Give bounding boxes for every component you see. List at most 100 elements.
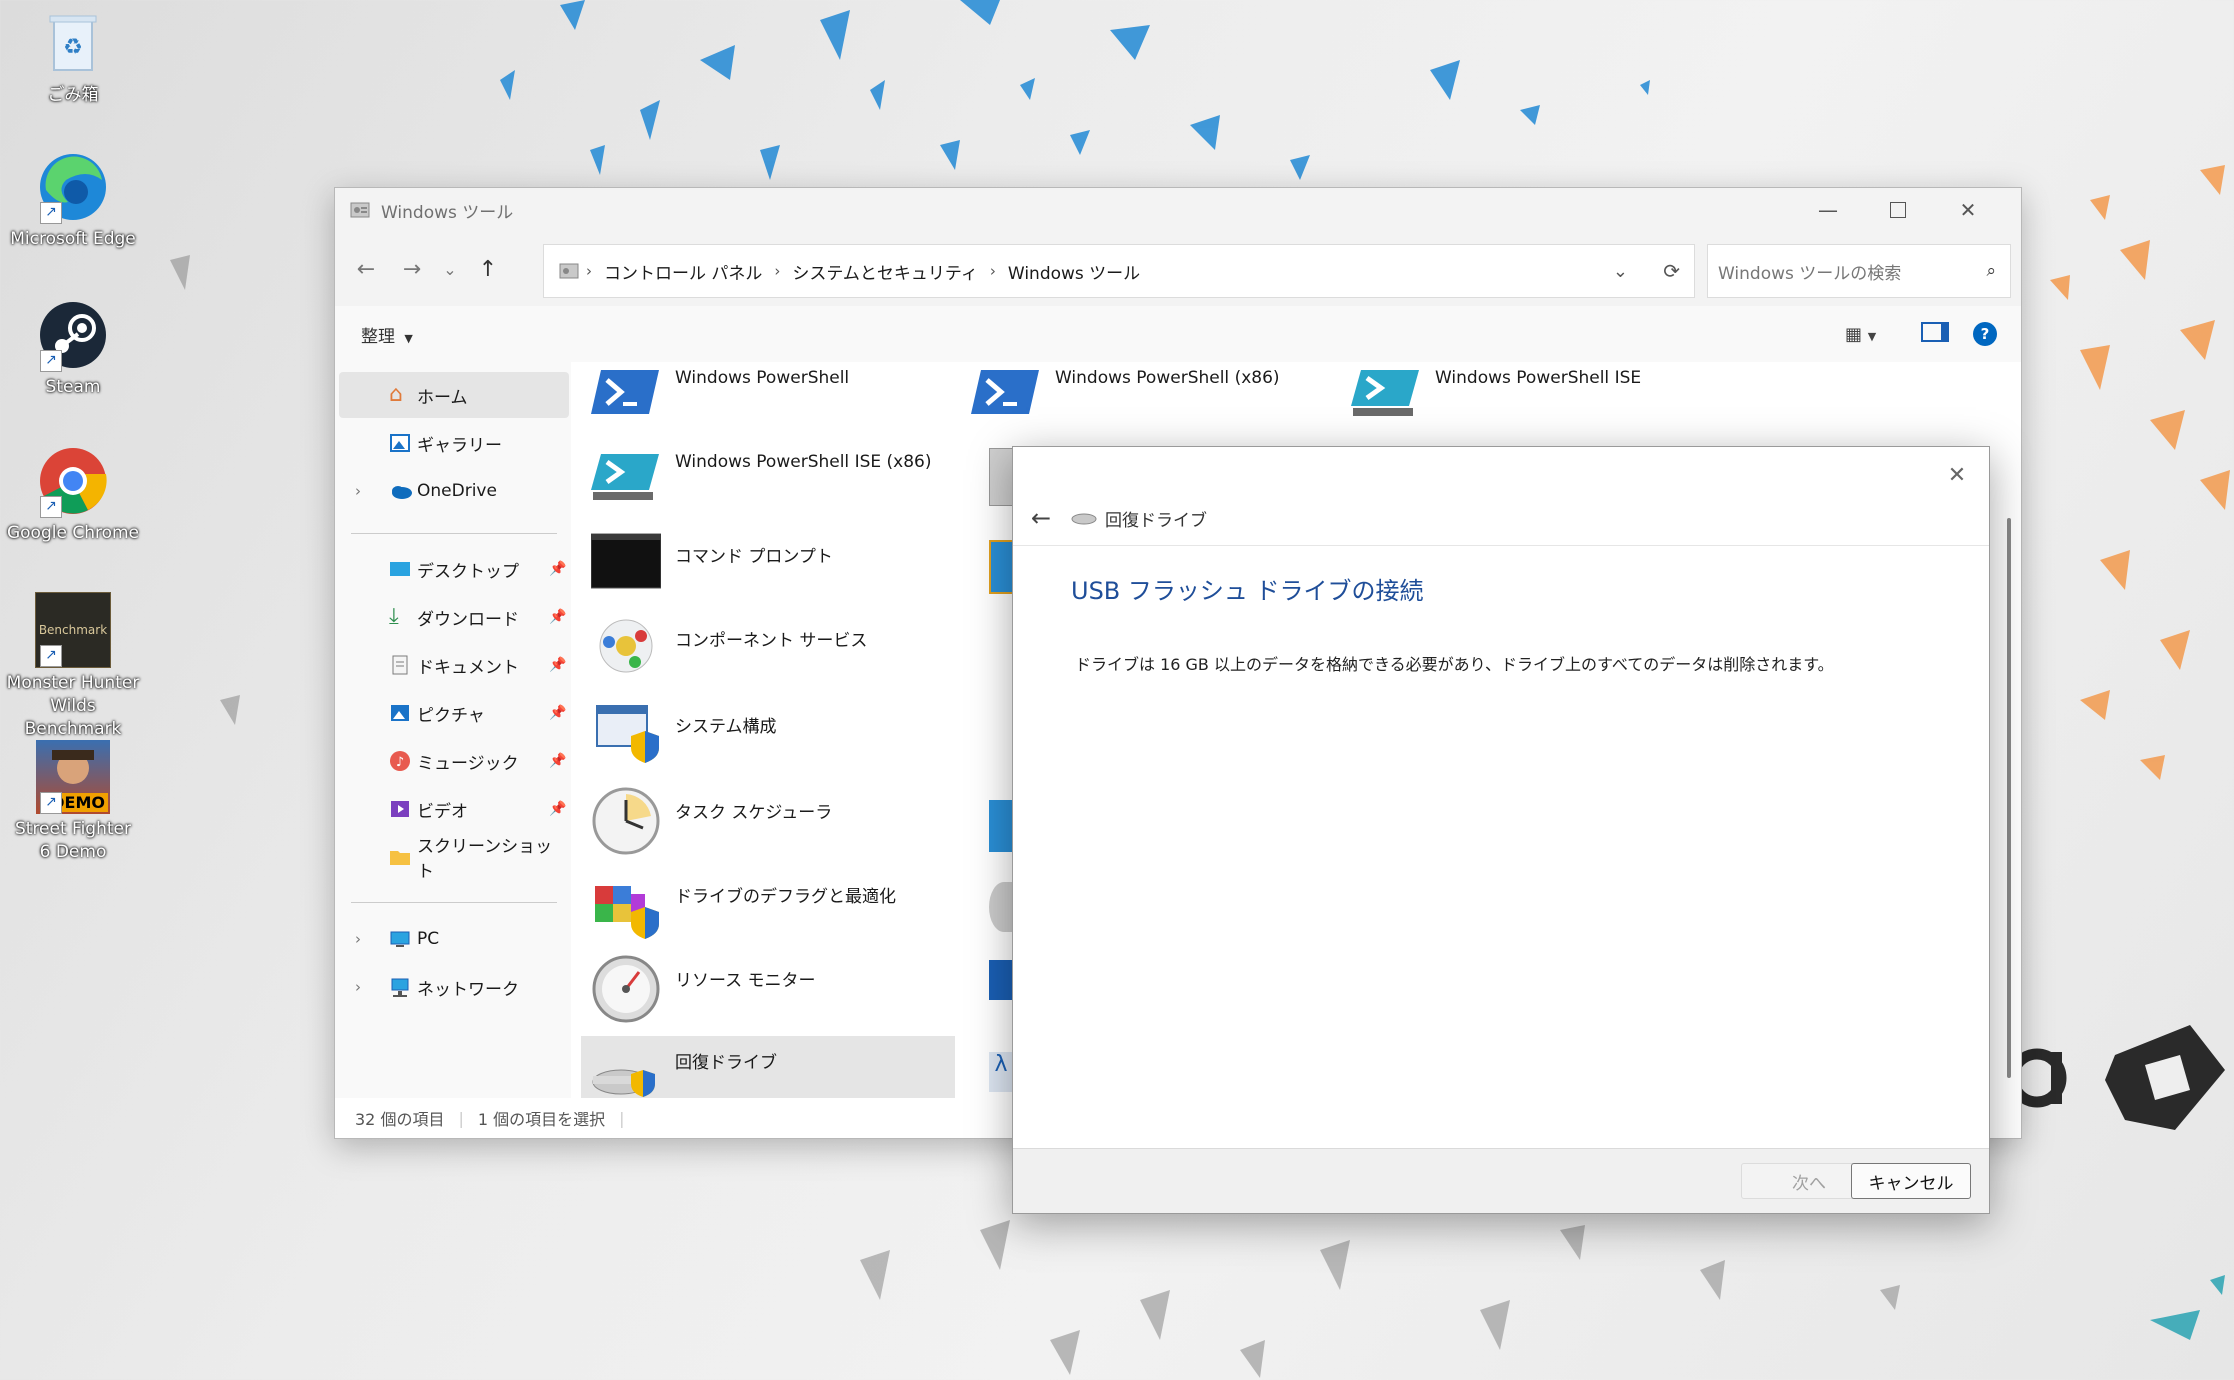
close-icon: ✕	[1959, 198, 1977, 222]
arrow-up-icon: ↑	[478, 256, 498, 282]
recent-locations-button[interactable]: ⌄	[435, 246, 465, 292]
pin-icon[interactable]: 📌	[549, 561, 566, 577]
shortcut-arrow-icon: ↗	[40, 202, 62, 224]
maximize-button[interactable]	[1863, 188, 1933, 232]
command-prompt-icon	[590, 530, 662, 600]
back-button[interactable]: ←	[343, 246, 389, 292]
sidebar-item-desktop[interactable]: デスクトップ 📌	[339, 546, 569, 592]
command-bar: 整理 ▼ ▦ ▼ ?	[335, 306, 2021, 362]
search-placeholder: Windows ツールの検索	[1718, 263, 1902, 284]
item-label: 回復ドライブ	[675, 1053, 777, 1073]
minimize-icon: —	[1818, 198, 1838, 222]
address-bar[interactable]: › コントロール パネル › システムとセキュリティ › Windows ツール…	[543, 244, 1695, 298]
item-label: コンポーネント サービス	[675, 631, 868, 651]
item-label: ドライブのデフラグと最適化	[675, 887, 896, 907]
pictures-icon	[389, 702, 411, 724]
vertical-scrollbar[interactable]	[2007, 518, 2011, 1078]
search-icon: ⌕	[1986, 261, 1996, 281]
arrow-right-icon: →	[402, 256, 422, 282]
navigation-pane: ⌂ ホーム ギャラリー › OneDrive デスクトップ 📌 ⤓ ダウンロード…	[335, 362, 571, 1098]
breadcrumb-separator: ›	[774, 262, 781, 280]
list-item-powershell-x86[interactable]: Windows PowerShell (x86)	[971, 362, 1280, 432]
sidebar-item-gallery[interactable]: ギャラリー	[339, 420, 569, 466]
title-bar[interactable]: Windows ツール	[335, 188, 2021, 232]
organize-button[interactable]: 整理 ▼	[361, 322, 413, 347]
list-item-system-config[interactable]: システム構成	[591, 700, 777, 770]
item-label: システム構成	[675, 717, 777, 737]
steam-icon: ↗	[36, 298, 110, 372]
pin-icon[interactable]: 📌	[549, 753, 566, 769]
drive-icon	[1071, 510, 1097, 526]
sidebar-item-videos[interactable]: ビデオ 📌	[339, 786, 569, 832]
pin-icon[interactable]: 📌	[549, 801, 566, 817]
item-label: リソース モニター	[675, 971, 816, 991]
sidebar-item-screenshots[interactable]: スクリーンショット	[339, 834, 569, 882]
status-divider: |	[619, 1108, 625, 1128]
sidebar-item-documents[interactable]: ドキュメント 📌	[339, 642, 569, 688]
list-item-defrag[interactable]: ドライブのデフラグと最適化	[591, 870, 896, 940]
refresh-button[interactable]: ⟳	[1663, 259, 1680, 283]
organize-label: 整理	[361, 326, 395, 347]
desktop-icon-edge[interactable]: ↗ Microsoft Edge	[0, 150, 146, 251]
item-label: Windows PowerShell ISE	[1435, 368, 1642, 388]
sidebar-item-network[interactable]: › ネットワーク	[339, 964, 569, 1010]
list-item-task-scheduler[interactable]: タスク スケジューラ	[591, 786, 832, 856]
desktop-icon-chrome[interactable]: ↗ Google Chrome	[0, 444, 146, 545]
sidebar-item-pc[interactable]: › PC	[339, 916, 569, 962]
desktop-icon-recycle-bin[interactable]: ♻ ごみ箱	[0, 6, 146, 107]
network-icon	[389, 976, 411, 998]
address-dropdown-button[interactable]: ⌄	[1613, 261, 1628, 282]
list-item-cmd[interactable]: コマンド プロンプト	[590, 530, 833, 600]
pin-icon[interactable]: 📌	[549, 657, 566, 673]
sidebar-item-downloads[interactable]: ⤓ ダウンロード 📌	[339, 594, 569, 640]
home-icon: ⌂	[389, 382, 403, 407]
cancel-button[interactable]: キャンセル	[1851, 1163, 1971, 1199]
pin-icon[interactable]: 📌	[549, 609, 566, 625]
search-input[interactable]: Windows ツールの検索 ⌕	[1707, 244, 2011, 298]
sidebar-item-label: ドキュメント	[417, 657, 519, 678]
up-button[interactable]: ↑	[465, 246, 511, 292]
onedrive-icon	[389, 480, 412, 502]
dialog-title: 回復ドライブ	[1105, 510, 1207, 531]
desktop-icon-monster-hunter[interactable]: Benchmark ↗ Monster Hunter Wilds Benchma…	[0, 592, 146, 741]
powershell-icon	[591, 362, 661, 432]
sidebar-item-label: ギャラリー	[417, 435, 502, 456]
breadcrumb-control-panel[interactable]: コントロール パネル	[604, 259, 762, 284]
breadcrumb-windows-tools[interactable]: Windows ツール	[1008, 259, 1140, 284]
sidebar-item-label: ネットワーク	[417, 979, 519, 1000]
help-button[interactable]: ?	[1973, 322, 1997, 346]
chevron-right-icon[interactable]: ›	[355, 930, 361, 948]
close-button[interactable]: ✕	[1933, 188, 2003, 232]
list-item-powershell-ise-x86[interactable]: Windows PowerShell ISE (x86)	[591, 446, 931, 516]
document-icon	[389, 654, 411, 676]
minimize-button[interactable]: —	[1793, 188, 1863, 232]
desktop-icon-label: Street Fighter 6 Demo	[14, 819, 131, 862]
list-item-powershell[interactable]: Windows PowerShell	[591, 362, 849, 432]
chevron-right-icon[interactable]: ›	[355, 978, 361, 996]
desktop-icon-steam[interactable]: ↗ Steam	[0, 298, 146, 399]
edge-icon: ↗	[36, 150, 110, 224]
view-options-button[interactable]: ▦ ▼	[1845, 324, 1876, 345]
forward-button[interactable]: →	[389, 246, 435, 292]
list-item-powershell-ise[interactable]: Windows PowerShell ISE	[1351, 362, 1641, 432]
sidebar-item-home[interactable]: ⌂ ホーム	[339, 372, 569, 418]
video-icon	[389, 798, 411, 820]
list-item-component-services[interactable]: コンポーネント サービス	[591, 614, 867, 684]
list-item-resource-monitor[interactable]: リソース モニター	[591, 954, 816, 1024]
sidebar-item-pictures[interactable]: ピクチャ 📌	[339, 690, 569, 736]
chevron-down-icon: ▼	[404, 331, 413, 345]
preview-pane-button[interactable]	[1921, 322, 1949, 346]
pin-icon[interactable]: 📌	[549, 705, 566, 721]
sidebar-item-onedrive[interactable]: › OneDrive	[339, 468, 569, 514]
sidebar-item-music[interactable]: ♪ ミュージック 📌	[339, 738, 569, 784]
desktop-icon-street-fighter[interactable]: DEMO ↗ Street Fighter 6 Demo	[0, 740, 146, 864]
chevron-right-icon[interactable]: ›	[355, 482, 361, 500]
dialog-footer: 次へ キャンセル	[1013, 1148, 1989, 1213]
dialog-back-button[interactable]: ←	[1021, 498, 1061, 538]
sidebar-item-label: ビデオ	[417, 801, 468, 822]
sidebar-divider	[351, 533, 557, 534]
breadcrumb-system-security[interactable]: システムとセキュリティ	[792, 259, 977, 284]
breadcrumb-separator: ›	[586, 262, 592, 280]
help-icon: ?	[1980, 325, 1990, 343]
hidden-item-icon[interactable]: λ	[989, 1052, 1013, 1092]
